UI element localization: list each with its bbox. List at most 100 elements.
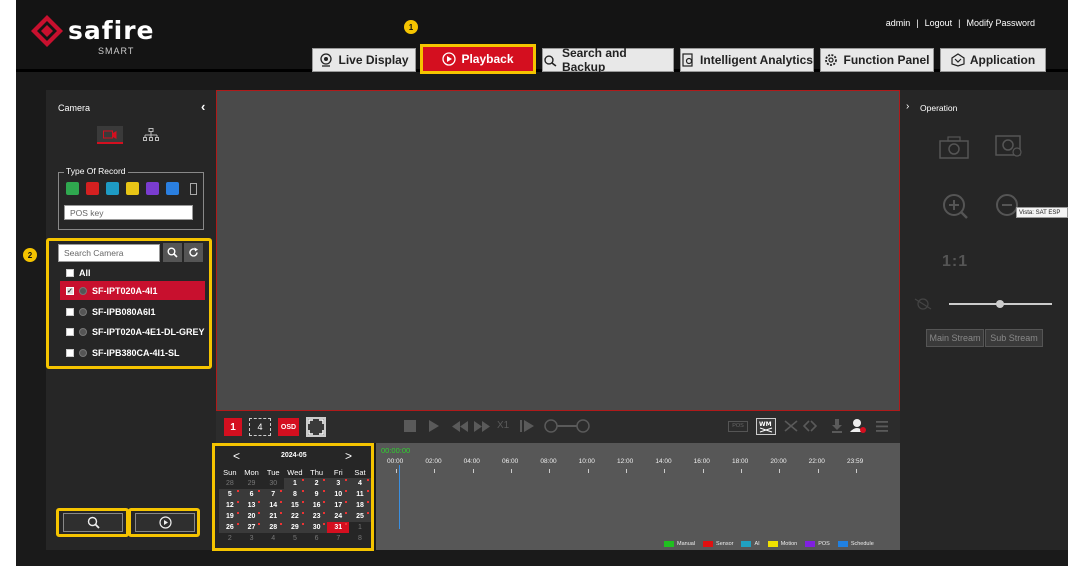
sub-stream-button[interactable]: Sub Stream (985, 329, 1043, 347)
expand-operation-icon[interactable]: › (906, 101, 909, 112)
calendar-day-other[interactable]: 7 (327, 533, 349, 544)
volume-control[interactable] (912, 296, 1054, 312)
calendar-day-other[interactable]: 28 (219, 478, 241, 489)
search-record-button[interactable] (63, 513, 123, 532)
calendar-day[interactable]: 8 (284, 489, 306, 500)
calendar-day-other[interactable]: 5 (284, 533, 306, 544)
play-icon[interactable] (428, 420, 440, 432)
calendar-day-other[interactable]: 8 (349, 533, 371, 544)
camera-row[interactable]: SF-IPB380CA-4I1-SL (60, 343, 205, 362)
pos-key-input[interactable]: POS key (64, 205, 193, 220)
calendar-day[interactable]: 5 (219, 489, 241, 500)
camera-all-row[interactable]: All (60, 263, 205, 282)
video-playback-area[interactable] (216, 90, 900, 411)
schedule-record-icon[interactable] (166, 182, 179, 195)
tab-application[interactable]: Application (940, 48, 1046, 72)
calendar-day[interactable]: 30 (305, 522, 328, 533)
play-record-button[interactable] (135, 513, 195, 532)
ratio-1-1-button[interactable]: 1:1 (942, 253, 968, 271)
search-camera-input[interactable]: Search Camera (58, 244, 160, 262)
image-save-icon[interactable] (994, 134, 1024, 158)
calendar-day[interactable]: 17 (327, 500, 350, 511)
next-month-button[interactable]: > (345, 449, 352, 463)
modify-password-link[interactable]: Modify Password (966, 18, 1035, 28)
sensor-record-icon[interactable] (86, 182, 99, 195)
calendar-day[interactable]: 26 (219, 522, 241, 533)
camera-row[interactable]: SF-IPT020A-4E1-DL-GREY (60, 322, 205, 341)
user-backup-icon[interactable] (850, 418, 866, 434)
camera-checkbox-checked[interactable]: ✓ (66, 286, 74, 295)
calendar-day-other[interactable]: 4 (262, 533, 284, 544)
calendar-day[interactable]: 10 (327, 489, 350, 500)
split-4-button[interactable]: 4 (249, 418, 271, 436)
calendar-day[interactable]: 3 (327, 478, 350, 489)
calendar-day[interactable]: 31 (327, 522, 350, 533)
watermark-button[interactable]: WM (756, 418, 776, 435)
prev-month-button[interactable]: < (233, 449, 240, 463)
calendar-day[interactable]: 13 (240, 500, 263, 511)
calendar-day[interactable]: 14 (262, 500, 285, 511)
clip-start-icon[interactable] (784, 420, 798, 432)
calendar-day[interactable]: 2 (305, 478, 328, 489)
calendar-day-other[interactable]: 1 (349, 522, 371, 533)
calendar-day[interactable]: 18 (349, 500, 371, 511)
calendar-day-other[interactable]: 29 (241, 478, 263, 489)
main-stream-button[interactable]: Main Stream (926, 329, 984, 347)
calendar-day-other[interactable]: 2 (219, 533, 241, 544)
all-checkbox[interactable] (66, 268, 74, 277)
calendar-day[interactable]: 29 (284, 522, 306, 533)
tab-live-display[interactable]: Live Display (312, 48, 416, 72)
volume-slider-icon[interactable] (544, 419, 590, 433)
calendar-day[interactable]: 12 (219, 500, 241, 511)
tab-search-backup[interactable]: Search and Backup (542, 46, 674, 74)
camera-checkbox[interactable] (66, 307, 74, 316)
more-record-types-icon[interactable] (190, 183, 197, 195)
camera-checkbox[interactable] (66, 327, 74, 336)
camera-view-tab[interactable] (97, 126, 123, 144)
pos-record-icon[interactable] (146, 182, 159, 195)
group-tree-tab[interactable] (143, 128, 159, 145)
stop-icon[interactable] (404, 420, 416, 432)
osd-button[interactable]: OSD (278, 418, 299, 436)
calendar-day[interactable]: 25 (349, 511, 371, 522)
calendar-day[interactable]: 1 (284, 478, 306, 489)
calendar-day[interactable]: 4 (349, 478, 371, 489)
calendar-day[interactable]: 22 (284, 511, 306, 522)
logout-link[interactable]: Logout (925, 18, 953, 28)
calendar-day[interactable]: 24 (327, 511, 350, 522)
tab-intelligent-analytics[interactable]: Intelligent Analytics (680, 48, 814, 72)
calendar-day[interactable]: 27 (240, 522, 263, 533)
calendar-day[interactable]: 19 (219, 511, 241, 522)
frame-step-icon[interactable] (520, 420, 534, 432)
calendar-day[interactable]: 21 (262, 511, 285, 522)
download-icon[interactable] (832, 419, 842, 433)
collapse-left-icon[interactable]: ‹ (201, 99, 205, 114)
calendar-day[interactable]: 7 (262, 489, 285, 500)
refresh-camera-button[interactable] (184, 243, 203, 262)
pos-button[interactable]: POS (728, 421, 748, 432)
calendar-day-other[interactable]: 30 (262, 478, 284, 489)
single-channel-button[interactable]: 1 (224, 418, 242, 436)
timeline[interactable]: 00:00:00 00:00 02:00 04:00 06:00 08:00 10:00 1… (376, 443, 900, 550)
motion-record-icon[interactable] (126, 182, 139, 195)
ai-record-icon[interactable] (106, 182, 119, 195)
calendar-day[interactable]: 11 (349, 489, 371, 500)
search-camera-button[interactable] (163, 243, 182, 262)
calendar-day[interactable]: 6 (240, 489, 263, 500)
calendar-day-other[interactable]: 3 (241, 533, 263, 544)
clip-end-icon[interactable] (803, 420, 817, 432)
calendar-day[interactable]: 16 (305, 500, 328, 511)
timeline-cursor[interactable] (399, 465, 400, 529)
calendar-day[interactable]: 9 (305, 489, 328, 500)
rewind-icon[interactable] (452, 421, 468, 432)
camera-row-selected[interactable]: ✓ SF-IPT020A-4I1 (60, 281, 205, 300)
calendar-day[interactable]: 15 (284, 500, 306, 511)
calendar-day-other[interactable]: 6 (306, 533, 328, 544)
tab-function-panel[interactable]: Function Panel (820, 48, 934, 72)
zoom-in-icon[interactable] (941, 192, 969, 220)
menu-icon[interactable] (876, 421, 888, 432)
calendar-day[interactable]: 28 (262, 522, 285, 533)
fast-forward-icon[interactable] (474, 421, 490, 432)
tab-playback[interactable]: Playback (420, 44, 536, 74)
calendar-day[interactable]: 23 (305, 511, 328, 522)
